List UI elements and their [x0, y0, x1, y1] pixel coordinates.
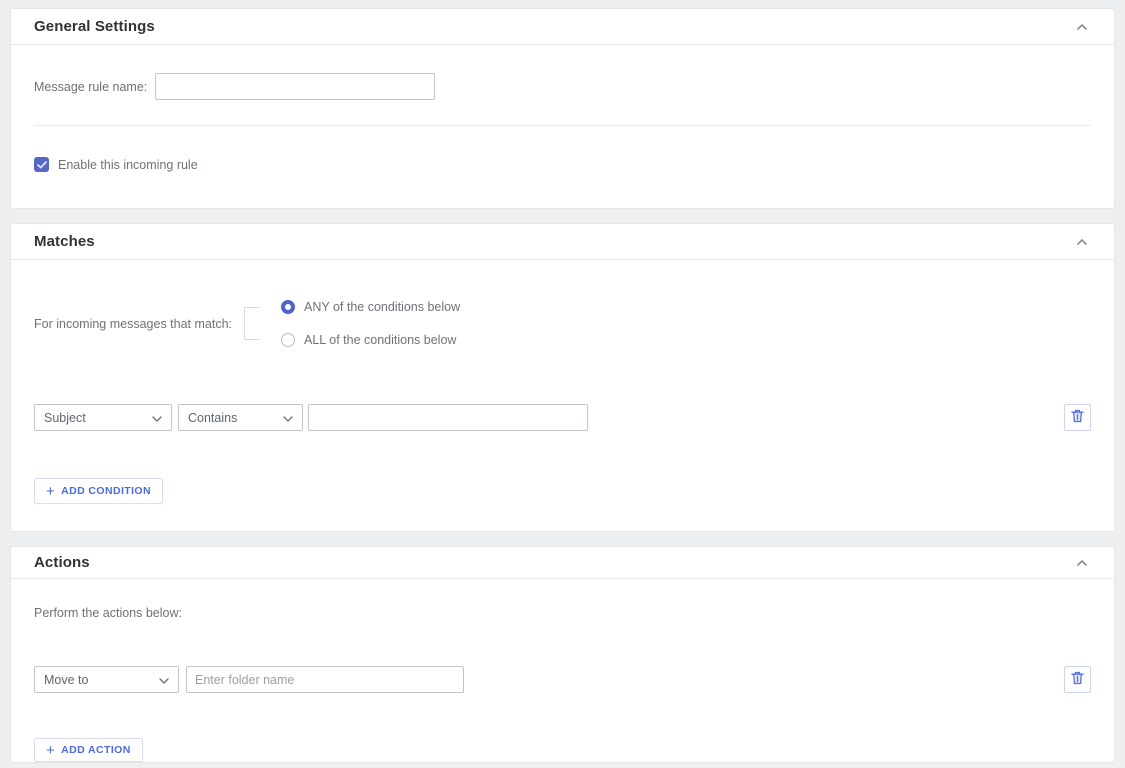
chevron-down-icon — [283, 411, 293, 425]
add-action-button[interactable]: + ADD ACTION — [34, 738, 143, 762]
action-type-value: Move to — [44, 673, 88, 687]
radio-any-label: ANY of the conditions below — [304, 300, 460, 314]
general-settings-card: General Settings Message rule name: Enab… — [10, 8, 1115, 209]
delete-condition-button[interactable] — [1064, 404, 1091, 431]
rule-name-label: Message rule name: — [34, 80, 147, 94]
condition-field-select[interactable]: Subject — [34, 404, 172, 431]
folder-name-input[interactable] — [186, 666, 464, 693]
enable-rule-checkbox[interactable] — [34, 157, 49, 172]
add-action-label: ADD ACTION — [61, 744, 131, 756]
divider — [34, 125, 1091, 126]
trash-icon — [1071, 671, 1084, 688]
check-icon — [37, 156, 47, 174]
action-row: Move to — [34, 666, 1091, 693]
chevron-up-icon — [1076, 555, 1088, 570]
radio-unselected-icon — [281, 333, 295, 347]
condition-operator-select[interactable]: Contains — [178, 404, 303, 431]
action-type-select[interactable]: Move to — [34, 666, 179, 693]
matches-header: Matches — [11, 224, 1114, 260]
matches-card: Matches For incoming messages that match… — [10, 223, 1115, 532]
chevron-up-icon — [1076, 19, 1088, 34]
rule-name-row: Message rule name: — [34, 73, 1091, 100]
collapse-general-button[interactable] — [1073, 18, 1091, 36]
section-title: Actions — [34, 554, 90, 571]
general-settings-header: General Settings — [11, 9, 1114, 45]
condition-value-input[interactable] — [308, 404, 588, 431]
chevron-down-icon — [152, 411, 162, 425]
add-condition-label: ADD CONDITION — [61, 485, 151, 497]
condition-field-value: Subject — [44, 411, 86, 425]
chevron-down-icon — [159, 673, 169, 687]
section-title: Matches — [34, 233, 95, 250]
chevron-up-icon — [1076, 234, 1088, 249]
radio-any-conditions[interactable]: ANY of the conditions below — [281, 300, 460, 314]
actions-header: Actions — [11, 547, 1114, 579]
collapse-actions-button[interactable] — [1073, 554, 1091, 572]
trash-icon — [1071, 409, 1084, 426]
radio-selected-icon — [281, 300, 295, 314]
condition-operator-value: Contains — [188, 411, 237, 425]
add-condition-button[interactable]: + ADD CONDITION — [34, 478, 163, 504]
enable-rule-row: Enable this incoming rule — [34, 157, 1091, 172]
bracket-connector — [244, 307, 260, 340]
actions-card: Actions Perform the actions below: Move … — [10, 546, 1115, 763]
delete-action-button[interactable] — [1064, 666, 1091, 693]
match-type-options: ANY of the conditions below ALL of the c… — [281, 300, 460, 347]
collapse-matches-button[interactable] — [1073, 233, 1091, 251]
match-intro-label: For incoming messages that match: — [34, 317, 232, 331]
radio-all-label: ALL of the conditions below — [304, 333, 456, 347]
section-title: General Settings — [34, 18, 155, 35]
condition-row: Subject Contains — [34, 404, 1091, 431]
plus-icon: + — [46, 743, 55, 758]
enable-rule-label: Enable this incoming rule — [58, 158, 198, 172]
rule-name-input[interactable] — [155, 73, 435, 100]
plus-icon: + — [46, 484, 55, 499]
rule-editor-page: General Settings Message rule name: Enab… — [0, 0, 1125, 768]
radio-all-conditions[interactable]: ALL of the conditions below — [281, 333, 460, 347]
match-type-group: For incoming messages that match: ANY of… — [34, 300, 1091, 347]
actions-intro-label: Perform the actions below: — [34, 606, 1091, 620]
